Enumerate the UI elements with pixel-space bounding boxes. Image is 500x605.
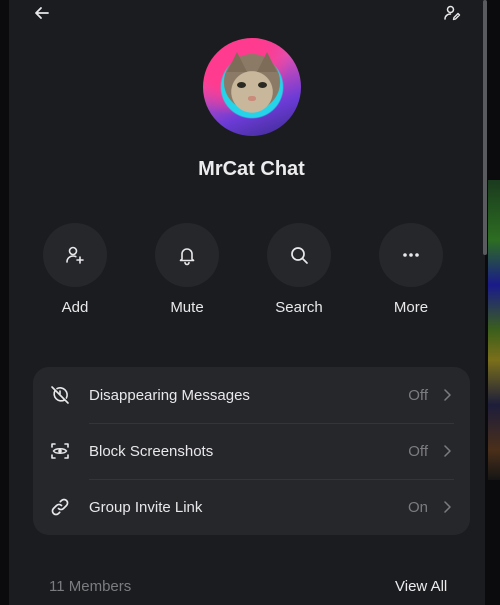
chevron-right-icon <box>442 388 452 402</box>
back-button[interactable] <box>31 2 53 24</box>
group-avatar[interactable] <box>203 38 301 136</box>
chevron-right-icon <box>442 444 452 458</box>
setting-label: Group Invite Link <box>89 498 203 516</box>
more-label: More <box>393 299 429 316</box>
timer-off-icon <box>49 384 71 406</box>
person-add-icon <box>66 246 84 264</box>
arrow-left-icon <box>35 7 49 19</box>
edit-group-button[interactable] <box>441 2 463 24</box>
group-info-panel: MrCat Chat Add Mute Search More Disappea… <box>9 0 485 605</box>
view-all-members-link[interactable]: View All <box>395 578 447 595</box>
settings-card: Disappearing Messages Off Block Screensh… <box>33 367 470 535</box>
search-icon <box>291 247 308 264</box>
search-button[interactable] <box>267 223 331 287</box>
avatar-cat-ear <box>227 52 247 72</box>
add-member-button[interactable] <box>43 223 107 287</box>
mute-button[interactable] <box>155 223 219 287</box>
search-label: Search <box>275 299 323 316</box>
chevron-right-icon <box>442 500 452 514</box>
person-edit-icon <box>444 5 461 21</box>
group-name: MrCat Chat <box>198 158 305 180</box>
setting-value: Off <box>408 442 428 460</box>
background-image-sliver <box>488 180 500 480</box>
setting-value: On <box>407 498 428 516</box>
setting-disappearing-messages[interactable]: Disappearing Messages Off <box>33 367 470 423</box>
add-member-action[interactable]: Add <box>42 223 108 316</box>
screenshot-block-icon <box>49 440 71 462</box>
search-action[interactable]: Search <box>266 223 332 316</box>
avatar-cat-nose <box>248 96 256 101</box>
avatar-cat-ear <box>257 52 277 72</box>
more-horizontal-icon <box>403 253 419 257</box>
mute-action[interactable]: Mute <box>154 223 220 316</box>
setting-label: Disappearing Messages <box>89 386 250 404</box>
avatar-cat-eye <box>237 82 246 88</box>
more-action[interactable]: More <box>378 223 444 316</box>
setting-value: Off <box>408 386 428 404</box>
avatar-cat-eye <box>258 82 267 88</box>
members-count: 11 Members <box>49 578 132 595</box>
add-label: Add <box>61 299 89 316</box>
setting-label: Block Screenshots <box>89 442 214 460</box>
setting-group-invite-link[interactable]: Group Invite Link On <box>33 479 470 535</box>
setting-block-screenshots[interactable]: Block Screenshots Off <box>33 423 470 479</box>
scrollbar[interactable] <box>483 0 487 255</box>
bell-icon <box>179 248 195 266</box>
link-icon <box>49 496 71 518</box>
more-button[interactable] <box>379 223 443 287</box>
mute-label: Mute <box>170 299 204 316</box>
